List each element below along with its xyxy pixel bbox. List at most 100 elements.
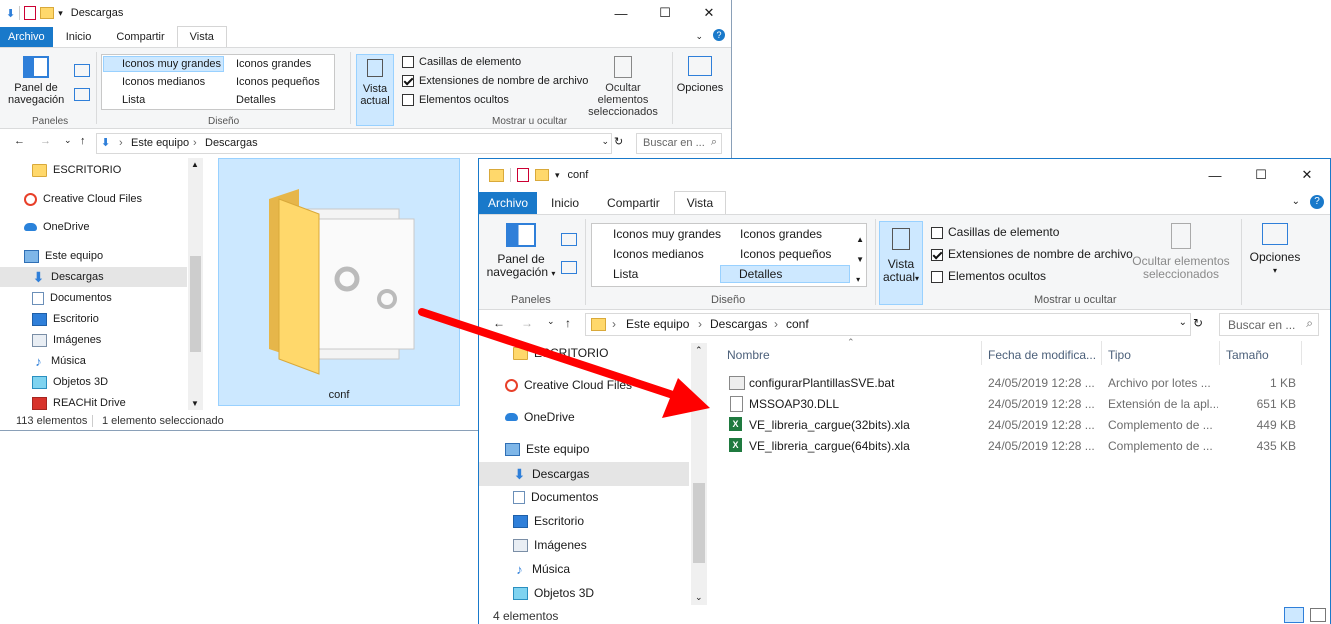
layout-large-icons[interactable]: Iconos grandes: [220, 57, 313, 71]
properties-icon[interactable]: [517, 168, 529, 182]
address-bar[interactable]: ⬇ › Este equipo › Descargas ⌄: [96, 133, 612, 154]
scroll-down-icon[interactable]: ▼: [191, 399, 199, 408]
layout-medium-icons[interactable]: Iconos medianos: [104, 75, 207, 89]
nav-musica[interactable]: ♪ Música: [0, 351, 205, 371]
layout-extra-large-icons[interactable]: Iconos muy grandes: [103, 56, 225, 72]
close-button[interactable]: ✕: [687, 0, 731, 26]
nav-este-equipo[interactable]: Este equipo: [479, 439, 709, 459]
help-icon[interactable]: ?: [1310, 195, 1324, 209]
forward-nav-icon[interactable]: →: [521, 316, 533, 330]
breadcrumb-este-equipo[interactable]: Este equipo: [626, 317, 689, 331]
file-row[interactable]: X VE_libreria_cargue(64bits).xla 24/05/2…: [717, 435, 1330, 456]
layout-small-icons[interactable]: Iconos pequeños: [220, 75, 322, 89]
ribbon-collapse-icon[interactable]: ⌄: [695, 31, 703, 42]
column-header-fecha[interactable]: Fecha de modifica...: [988, 348, 1096, 362]
refresh-icon[interactable]: ↻: [1193, 316, 1203, 330]
item-checkboxes-option[interactable]: Casillas de elemento: [402, 56, 521, 69]
down-arrow-icon[interactable]: ⬇: [6, 7, 15, 20]
nav-reachit[interactable]: REACHit Drive: [0, 393, 205, 413]
layout-extra-large-icons[interactable]: Iconos muy grandes: [593, 226, 723, 242]
tab-inicio[interactable]: Inicio: [537, 192, 593, 214]
address-dropdown-icon[interactable]: ⌄: [601, 136, 609, 147]
new-folder-icon[interactable]: [535, 169, 549, 181]
layout-medium-icons[interactable]: Iconos medianos: [593, 246, 706, 262]
up-icon[interactable]: ↑: [565, 316, 571, 330]
item-checkboxes-option[interactable]: Casillas de elemento: [931, 225, 1059, 239]
breadcrumb-este-equipo[interactable]: Este equipo: [131, 137, 189, 149]
nav-creative-cloud[interactable]: Creative Cloud Files: [479, 375, 709, 395]
nav-objetos-3d[interactable]: Objetos 3D: [0, 372, 205, 392]
tab-compartir[interactable]: Compartir: [104, 27, 176, 47]
recent-dropdown-icon[interactable]: ⌄: [547, 316, 555, 327]
nav-documentos[interactable]: Documentos: [0, 288, 205, 308]
layout-details[interactable]: Detalles: [720, 265, 850, 283]
options-button[interactable]: Opciones: [676, 56, 724, 94]
layout-details[interactable]: Detalles: [220, 93, 278, 107]
scroll-down-icon[interactable]: ⌄: [695, 592, 703, 603]
nav-scroll-thumb[interactable]: [190, 256, 201, 352]
nav-creative-cloud[interactable]: Creative Cloud Files: [0, 189, 205, 209]
nav-escritorio-folder[interactable]: ESCRITORIO: [479, 343, 709, 363]
file-row[interactable]: MSSOAP30.DLL 24/05/2019 12:28 ... Extens…: [717, 393, 1330, 414]
hidden-items-option[interactable]: Elementos ocultos: [931, 269, 1046, 283]
folder-icon[interactable]: [489, 168, 504, 182]
preview-pane-icon[interactable]: [561, 233, 577, 246]
folder-icon[interactable]: [40, 7, 55, 19]
options-button[interactable]: Opciones ▾: [1245, 223, 1305, 277]
properties-icon[interactable]: [24, 6, 37, 20]
details-pane-icon[interactable]: [74, 88, 90, 101]
address-dropdown-icon[interactable]: ⌄: [1179, 317, 1187, 328]
nav-scrollbar[interactable]: ▲ ▼: [188, 158, 203, 410]
back-nav-icon[interactable]: ←: [493, 316, 505, 330]
conf-folder-tile[interactable]: conf: [218, 158, 460, 406]
nav-escritorio-folder[interactable]: ESCRITORIO: [0, 160, 205, 180]
nav-documentos[interactable]: Documentos: [479, 487, 709, 507]
qat-dropdown-icon[interactable]: ▾: [58, 8, 63, 19]
nav-descargas[interactable]: ⬇ Descargas: [479, 462, 689, 486]
scroll-up-icon[interactable]: ▲: [191, 160, 199, 169]
minimize-button[interactable]: —: [599, 0, 643, 26]
search-input[interactable]: Buscar en ... ⌕: [1219, 313, 1319, 336]
forward-nav-icon[interactable]: →: [40, 135, 51, 147]
back-nav-icon[interactable]: ←: [14, 135, 25, 147]
nav-descargas[interactable]: ⬇ Descargas: [0, 267, 187, 287]
file-extensions-option[interactable]: Extensiones de nombre de archivo: [402, 75, 588, 88]
layout-large-icons[interactable]: Iconos grandes: [722, 226, 824, 242]
nav-imagenes[interactable]: Imágenes: [0, 330, 205, 350]
recent-dropdown-icon[interactable]: ⌄: [64, 135, 72, 146]
nav-pane-button[interactable]: Panel de navegación ▾: [485, 223, 557, 280]
nav-escritorio[interactable]: Escritorio: [0, 309, 205, 329]
refresh-icon[interactable]: ↻: [614, 135, 623, 148]
address-bar[interactable]: › Este equipo › Descargas › conf ⌄: [585, 313, 1191, 336]
help-icon[interactable]: ?: [713, 29, 725, 41]
tab-archivo[interactable]: Archivo: [0, 27, 53, 47]
tab-inicio[interactable]: Inicio: [53, 27, 105, 47]
details-pane-icon[interactable]: [561, 261, 577, 274]
qat-dropdown-icon[interactable]: ▾: [555, 170, 560, 181]
nav-este-equipo[interactable]: Este equipo: [0, 246, 205, 266]
maximize-button[interactable]: ☐: [1238, 159, 1284, 191]
layout-small-icons[interactable]: Iconos pequeños: [722, 246, 833, 262]
layout-list[interactable]: Lista: [593, 266, 640, 282]
hide-selected-button[interactable]: Ocultar elementos seleccionados: [1129, 223, 1233, 281]
breadcrumb-conf[interactable]: conf: [786, 317, 809, 331]
nav-scroll-thumb[interactable]: [693, 483, 705, 563]
ribbon-collapse-icon[interactable]: ⌄: [1292, 196, 1300, 207]
nav-scrollbar[interactable]: ⌃ ⌄: [691, 343, 707, 605]
tab-vista[interactable]: Vista: [673, 191, 727, 214]
tab-compartir[interactable]: Compartir: [593, 192, 674, 214]
large-icons-view-icon[interactable]: [1310, 608, 1326, 622]
column-header-nombre[interactable]: Nombre: [727, 348, 770, 362]
column-header-tamano[interactable]: Tamaño: [1226, 348, 1269, 362]
search-input[interactable]: Buscar en ... ⌕: [636, 133, 722, 154]
nav-imagenes[interactable]: Imágenes: [479, 535, 709, 555]
nav-escritorio[interactable]: Escritorio: [479, 511, 709, 531]
nav-pane-button[interactable]: Panel de navegación: [8, 56, 64, 106]
gallery-scroll-icon[interactable]: ▲ ▼ ▾: [856, 230, 864, 290]
close-button[interactable]: ✕: [1284, 159, 1330, 191]
nav-onedrive[interactable]: OneDrive: [0, 217, 205, 237]
breadcrumb-descargas[interactable]: Descargas: [205, 137, 258, 149]
current-view-button[interactable]: Vista actual▾: [879, 221, 923, 305]
minimize-button[interactable]: —: [1192, 159, 1238, 191]
scroll-up-icon[interactable]: ⌃: [695, 345, 703, 356]
